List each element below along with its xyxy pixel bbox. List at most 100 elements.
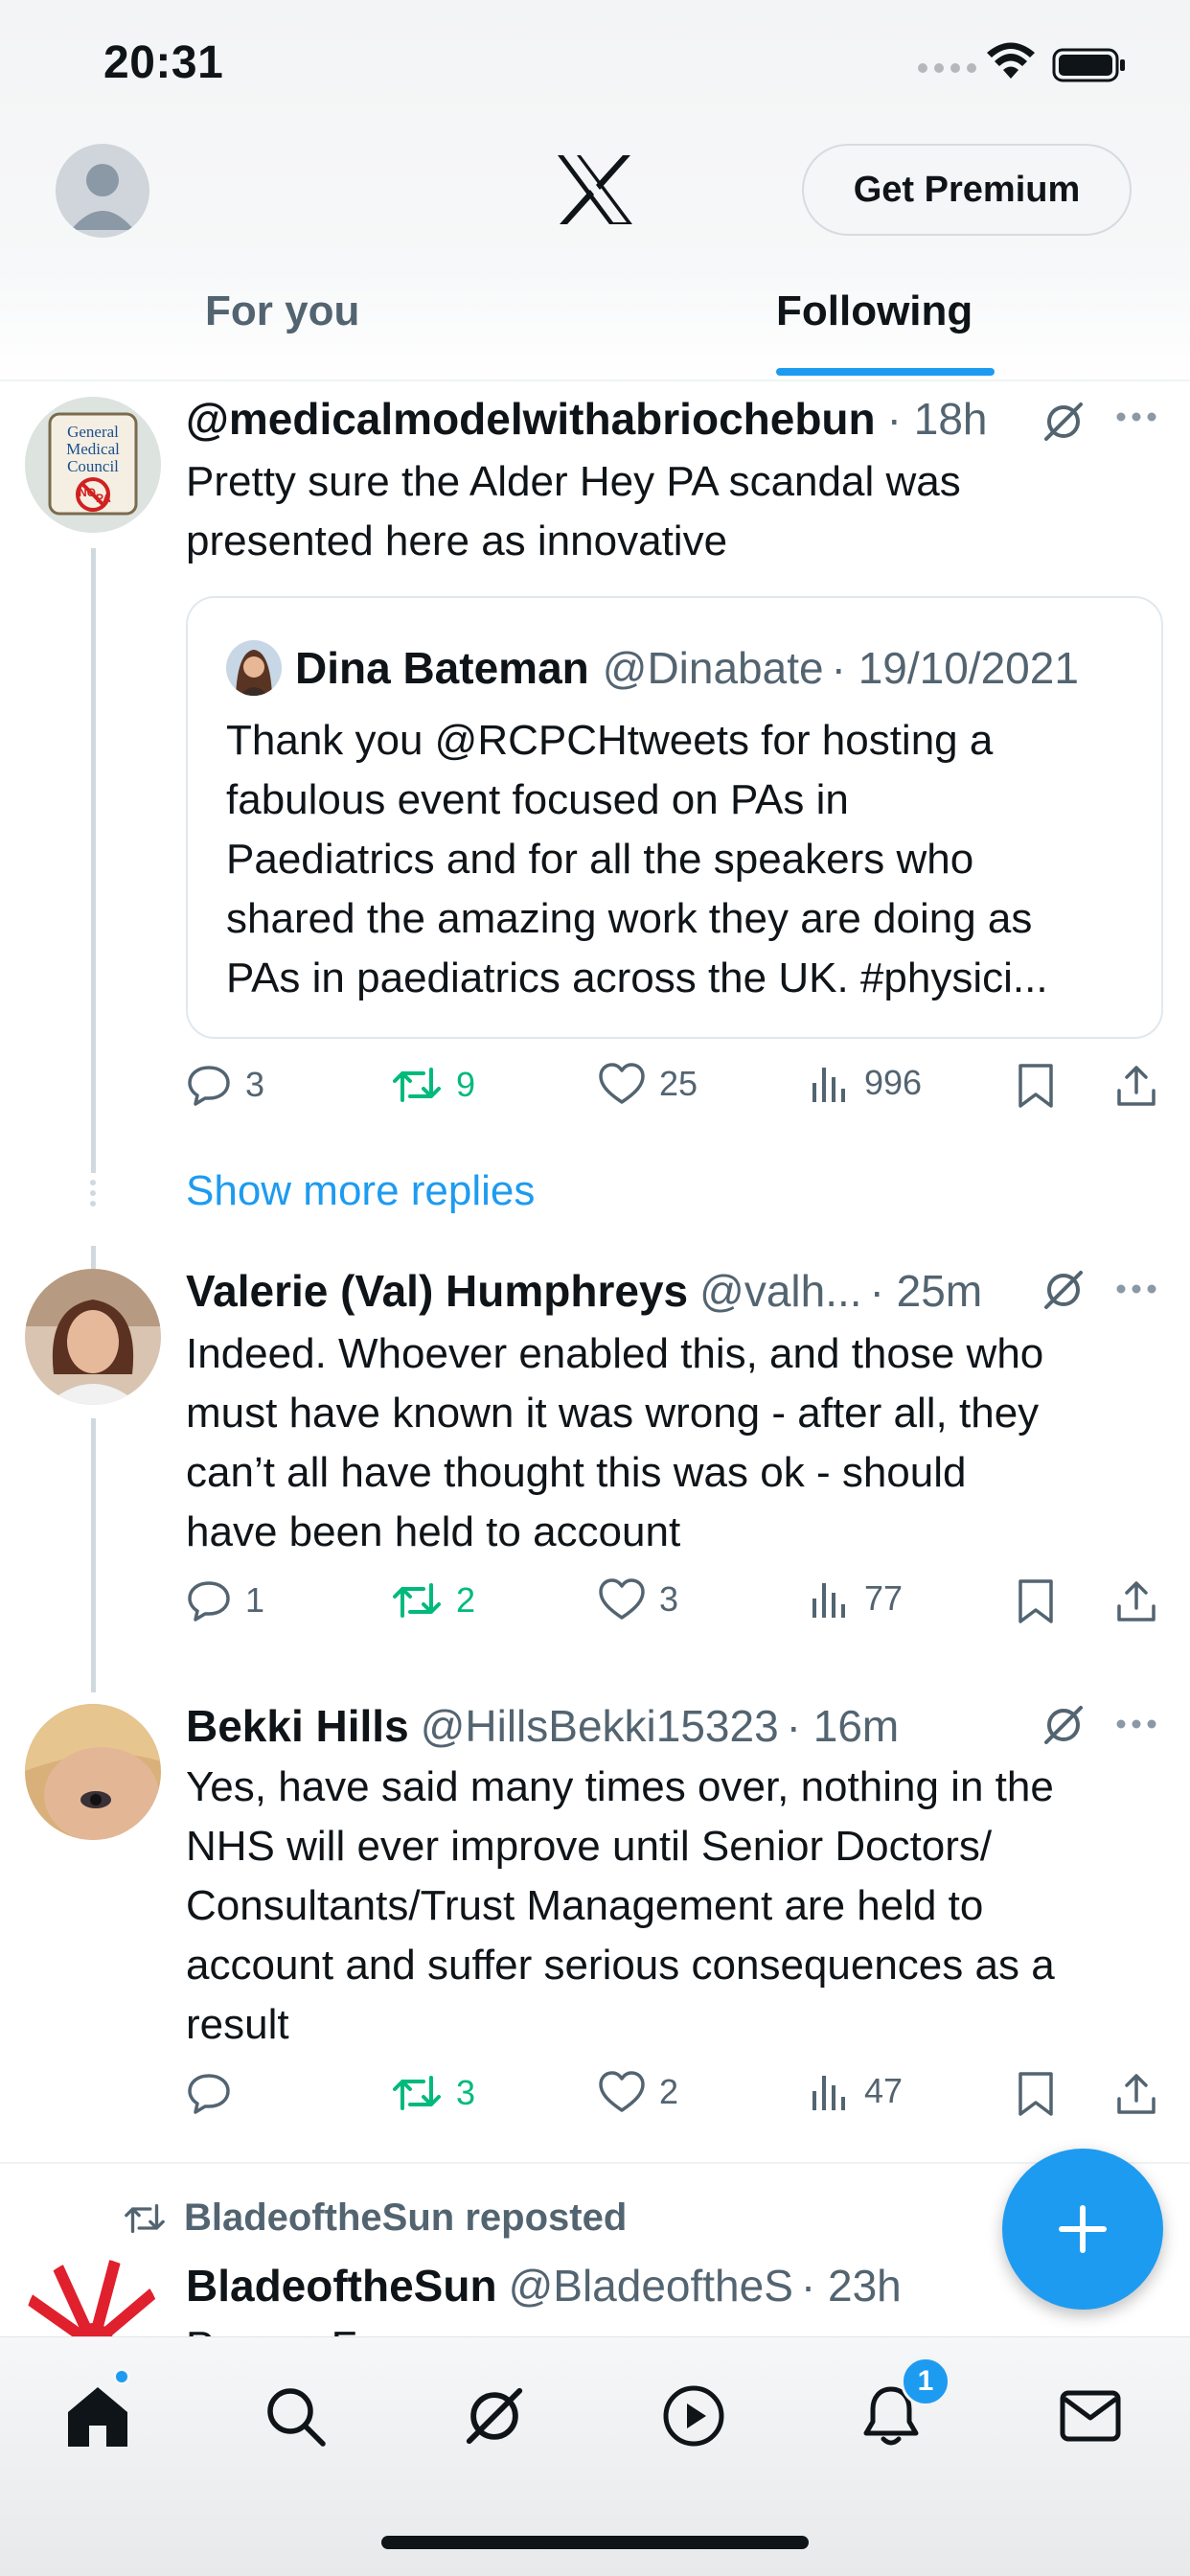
reply-icon: [188, 1581, 230, 1622]
quote-date: · 19/10/2021: [831, 643, 1079, 693]
top-header: 20:31 Get Premium For you Following: [0, 0, 1190, 383]
repost-button[interactable]: 9: [391, 1062, 475, 1108]
repost-icon: [125, 2203, 165, 2233]
bookmark-icon[interactable]: [1016, 2070, 1056, 2118]
tweet-actions: 1 2 3 77: [186, 1577, 1163, 1635]
tweet-actions: 3 9 25 996: [186, 1062, 1163, 1119]
gmc-logo-image: General Medical Council NO PA: [25, 397, 161, 533]
nav-search[interactable]: [255, 2376, 335, 2456]
tweet-header: @medicalmodelwithabriochebun · 18h: [186, 393, 988, 445]
display-name[interactable]: @medicalmodelwithabriochebun: [186, 393, 876, 445]
more-icon[interactable]: [1115, 1717, 1157, 1731]
repost-indicator: BladeoftheSun reposted: [123, 2196, 627, 2240]
like-button[interactable]: 2: [598, 2070, 678, 2114]
grok-icon: [466, 2387, 523, 2445]
svg-text:General: General: [67, 423, 119, 441]
tweet-handle[interactable]: @BladeoftheS: [509, 2260, 793, 2312]
display-name[interactable]: Bekki Hills: [186, 1700, 409, 1752]
video-icon: [663, 2385, 724, 2447]
avatar-bladeofthesun[interactable]: [25, 2258, 161, 2336]
views-button[interactable]: 996: [809, 1062, 922, 1104]
svg-text:NO: NO: [79, 486, 96, 499]
repost-button[interactable]: 2: [391, 1577, 475, 1623]
share-icon[interactable]: [1113, 1577, 1159, 1625]
quote-display-name: Dina Bateman: [295, 643, 589, 693]
quote-tweet-card[interactable]: Dina Bateman @Dinabate · 19/10/2021 Than…: [186, 596, 1163, 1039]
display-name[interactable]: Valerie (Val) Humphreys: [186, 1265, 688, 1317]
quote-text: Thank you @RCPCHtweets for hosting a fab…: [226, 717, 1048, 1001]
grok-icon[interactable]: [1041, 1702, 1087, 1748]
avatar-medicalmodel[interactable]: General Medical Council NO PA: [25, 397, 161, 533]
reply-button[interactable]: 1: [186, 1577, 264, 1623]
tab-following[interactable]: Following: [776, 288, 973, 335]
like-icon: [599, 1578, 645, 1620]
tweet-header: Bekki Hills @HillsBekki15323 · 16m: [186, 1700, 899, 1752]
thread-line: [91, 1418, 96, 1692]
bookmark-icon[interactable]: [1016, 1577, 1056, 1625]
like-button[interactable]: 3: [598, 1577, 678, 1622]
tweet-separator: [0, 2162, 1190, 2164]
header-divider: [0, 380, 1190, 381]
thread-line: [91, 548, 96, 1173]
repost-label[interactable]: BladeoftheSun reposted: [184, 2196, 627, 2240]
active-tab-indicator: [776, 368, 995, 376]
svg-text:PA: PA: [96, 492, 111, 505]
views-button[interactable]: 47: [809, 2070, 903, 2112]
tab-for-you[interactable]: For you: [205, 288, 359, 335]
tweet-text: Pretty sure the Alder Hey PA scandal was…: [186, 458, 961, 564]
display-name[interactable]: BladeoftheSun: [186, 2260, 497, 2312]
compose-button[interactable]: [1002, 2149, 1163, 2310]
show-more-replies-link[interactable]: Show more replies: [186, 1167, 535, 1215]
wifi-icon: [987, 42, 1035, 79]
avatar-bekki-hills[interactable]: [25, 1704, 161, 1840]
tweet-text: Indeed. Whoever enabled this, and those …: [186, 1330, 1044, 1555]
default-avatar-icon: [71, 164, 134, 230]
thread-dots: [90, 1180, 96, 1207]
get-premium-button[interactable]: Get Premium: [802, 144, 1132, 236]
search-icon: [267, 2388, 326, 2447]
more-icon[interactable]: [1115, 1282, 1157, 1296]
tweet-text: Pan on Fe...: [186, 2317, 1154, 2336]
status-time: 20:31: [103, 37, 224, 88]
more-icon[interactable]: [1115, 410, 1157, 424]
quote-handle: @Dinabate: [602, 643, 824, 693]
nav-grok[interactable]: [454, 2376, 535, 2456]
tweet-time: · 25m: [869, 1266, 983, 1316]
grok-icon[interactable]: [1041, 399, 1087, 445]
tweet-time: · 16m: [786, 1701, 900, 1751]
profile-avatar[interactable]: [56, 144, 149, 238]
views-button[interactable]: 77: [809, 1577, 903, 1620]
home-indicator: [381, 2536, 809, 2549]
quote-header: Dina Bateman @Dinabate · 19/10/2021: [226, 640, 1079, 696]
views-icon: [812, 2076, 845, 2110]
tweet-handle[interactable]: @valh...: [699, 1265, 861, 1317]
share-icon[interactable]: [1113, 2070, 1159, 2118]
views-icon: [812, 1583, 845, 1618]
tweet-time: · 23h: [800, 2261, 902, 2311]
repost-button[interactable]: 3: [391, 2070, 475, 2116]
share-icon[interactable]: [1113, 1062, 1159, 1110]
grok-icon[interactable]: [1041, 1267, 1087, 1313]
avatar-dina-bateman: [226, 640, 282, 696]
home-unread-dot: [113, 2368, 130, 2385]
reply-button[interactable]: [186, 2070, 245, 2116]
avatar-valerie[interactable]: [25, 1269, 161, 1405]
messages-icon: [1060, 2390, 1121, 2442]
x-logo-icon[interactable]: [556, 153, 634, 226]
like-button[interactable]: 25: [598, 1062, 698, 1106]
nav-home[interactable]: [57, 2376, 138, 2456]
home-icon: [68, 2387, 127, 2447]
tweet-header: BladeoftheSun @BladeoftheS · 23h: [186, 2260, 902, 2312]
nav-messages[interactable]: [1050, 2376, 1131, 2456]
compose-icon: [1059, 2205, 1107, 2253]
notification-badge: 1: [901, 2357, 950, 2406]
reply-icon: [188, 1066, 230, 1106]
nav-video[interactable]: [653, 2376, 734, 2456]
battery-icon: [1052, 48, 1125, 82]
tweet-handle[interactable]: @HillsBekki15323: [421, 1700, 779, 1752]
repost-icon: [393, 1583, 441, 1618]
repost-icon: [393, 2076, 441, 2110]
like-icon: [599, 1063, 645, 1104]
reply-button[interactable]: 3: [186, 1062, 264, 1108]
bookmark-icon[interactable]: [1016, 1062, 1056, 1110]
